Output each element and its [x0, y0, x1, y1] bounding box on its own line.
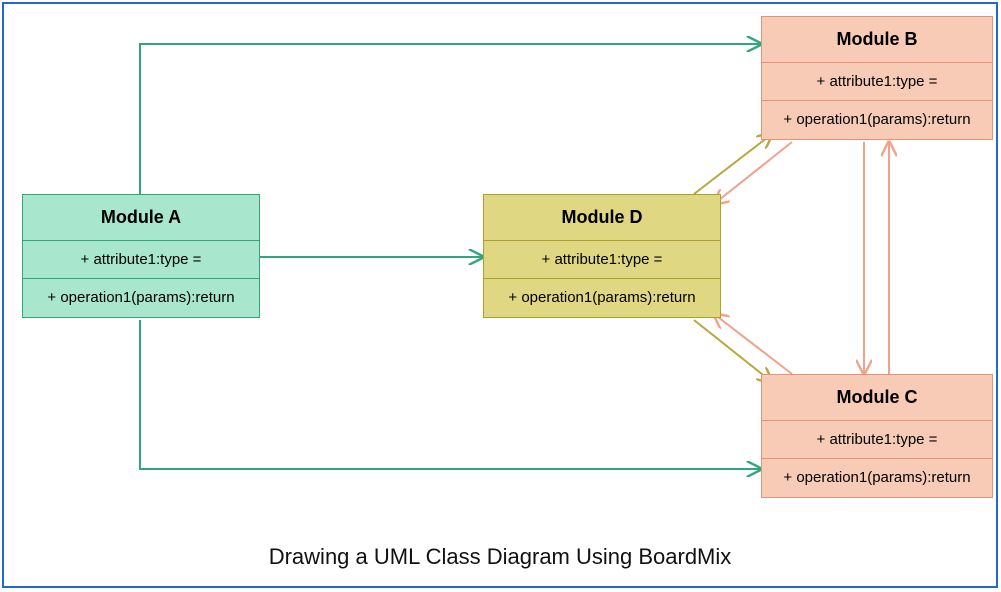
- edge-a-c: [140, 320, 761, 469]
- module-a-attribute: + attribute1:type =: [23, 241, 259, 279]
- edge-b-d: [714, 142, 792, 204]
- module-d-attribute: + attribute1:type =: [484, 241, 720, 279]
- edge-d-c: [694, 320, 772, 382]
- edge-a-b: [140, 44, 761, 194]
- module-b-operation: + operation1(params):return: [762, 101, 992, 139]
- diagram-frame: Module A + attribute1:type = + operation…: [2, 2, 998, 588]
- module-b[interactable]: Module B + attribute1:type = + operation…: [761, 16, 993, 140]
- module-a-title: Module A: [23, 195, 259, 241]
- module-a[interactable]: Module A + attribute1:type = + operation…: [22, 194, 260, 318]
- edge-c-d: [714, 314, 792, 374]
- module-d-title: Module D: [484, 195, 720, 241]
- edge-d-b: [694, 134, 772, 194]
- module-c-title: Module C: [762, 375, 992, 421]
- module-d-operation: + operation1(params):return: [484, 279, 720, 317]
- module-c-operation: + operation1(params):return: [762, 459, 992, 497]
- module-b-attribute: + attribute1:type =: [762, 63, 992, 101]
- module-a-operation: + operation1(params):return: [23, 279, 259, 317]
- module-c-attribute: + attribute1:type =: [762, 421, 992, 459]
- module-c[interactable]: Module C + attribute1:type = + operation…: [761, 374, 993, 498]
- module-b-title: Module B: [762, 17, 992, 63]
- module-d[interactable]: Module D + attribute1:type = + operation…: [483, 194, 721, 318]
- diagram-title: Drawing a UML Class Diagram Using BoardM…: [4, 544, 996, 570]
